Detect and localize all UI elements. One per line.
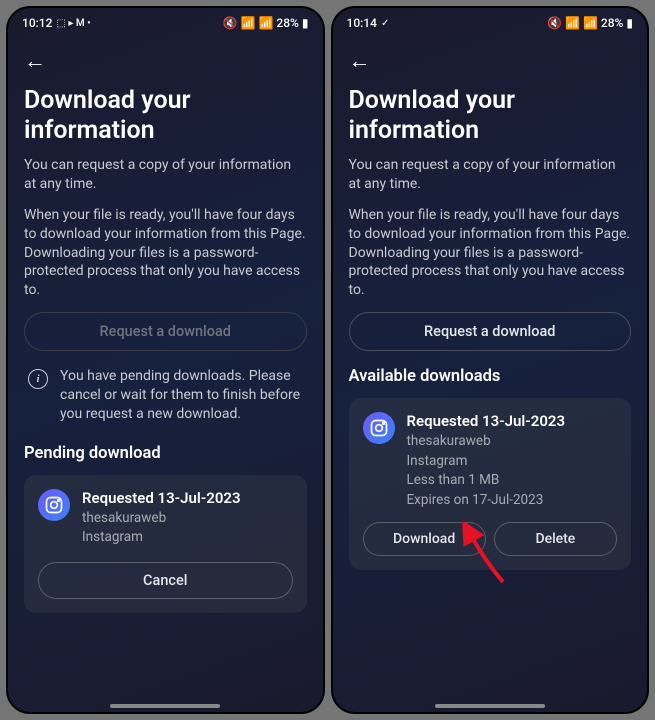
download-app: Instagram: [82, 528, 293, 548]
page-title: Download your information: [24, 86, 307, 146]
phone-right: 10:14 ✓ 🔇 📶 📶 28% ▮ ← Download your info…: [331, 6, 650, 714]
status-bar: 10:14 ✓ 🔇 📶 📶 28% ▮: [333, 8, 648, 34]
back-button[interactable]: ←: [349, 48, 632, 74]
intro-text-2: When your file is ready, you'll have fou…: [24, 206, 307, 300]
back-button[interactable]: ←: [24, 48, 307, 74]
phone-left: 10:12 ⬚ ▸ M • 🔇 📶 📶 28% ▮ ← Download you…: [6, 6, 325, 714]
pending-section-heading: Pending download: [24, 444, 307, 463]
intro-text-1: You can request a copy of your informati…: [24, 156, 307, 194]
mute-icon: 🔇: [547, 16, 562, 30]
request-download-button[interactable]: Request a download: [349, 312, 632, 351]
instagram-icon: [38, 489, 70, 521]
download-size: Less than 1 MB: [407, 471, 618, 491]
intro-text-2: When your file is ready, you'll have fou…: [349, 206, 632, 300]
nav-bar[interactable]: [435, 704, 545, 708]
status-bar: 10:12 ⬚ ▸ M • 🔇 📶 📶 28% ▮: [8, 8, 323, 34]
available-download-card: Requested 13-Jul-2023 thesakuraweb Insta…: [349, 398, 632, 570]
download-button[interactable]: Download: [363, 522, 486, 556]
cancel-button[interactable]: Cancel: [38, 562, 293, 599]
wifi-icon: 📶: [565, 16, 580, 30]
download-expires: Expires on 17-Jul-2023: [407, 491, 618, 511]
battery-text: 28%: [601, 16, 623, 30]
info-message: i You have pending downloads. Please can…: [24, 367, 307, 424]
available-section-heading: Available downloads: [349, 367, 632, 386]
download-title: Requested 13-Jul-2023: [82, 489, 293, 507]
pending-download-card: Requested 13-Jul-2023 thesakuraweb Insta…: [24, 475, 307, 613]
battery-text: 28%: [276, 16, 298, 30]
download-user: thesakuraweb: [82, 509, 293, 529]
nav-bar[interactable]: [110, 704, 220, 708]
signal-icon: 📶: [258, 16, 273, 30]
intro-text-1: You can request a copy of your informati…: [349, 156, 632, 194]
download-title: Requested 13-Jul-2023: [407, 412, 618, 430]
status-time: 10:14: [347, 16, 377, 30]
page-title: Download your information: [349, 86, 632, 146]
wifi-icon: 📶: [241, 16, 256, 30]
status-notif-icons: ✓: [381, 18, 389, 29]
battery-icon: ▮: [626, 16, 633, 30]
battery-icon: ▮: [302, 16, 309, 30]
mute-icon: 🔇: [223, 16, 238, 30]
delete-button[interactable]: Delete: [494, 522, 617, 556]
download-user: thesakuraweb: [407, 432, 618, 452]
signal-icon: 📶: [583, 16, 598, 30]
info-text: You have pending downloads. Please cance…: [60, 367, 303, 424]
request-download-button: Request a download: [24, 312, 307, 351]
status-time: 10:12: [22, 16, 52, 30]
info-icon: i: [28, 369, 48, 389]
download-app: Instagram: [407, 452, 618, 472]
instagram-icon: [363, 412, 395, 444]
status-notif-icons: ⬚ ▸ M •: [56, 18, 90, 29]
